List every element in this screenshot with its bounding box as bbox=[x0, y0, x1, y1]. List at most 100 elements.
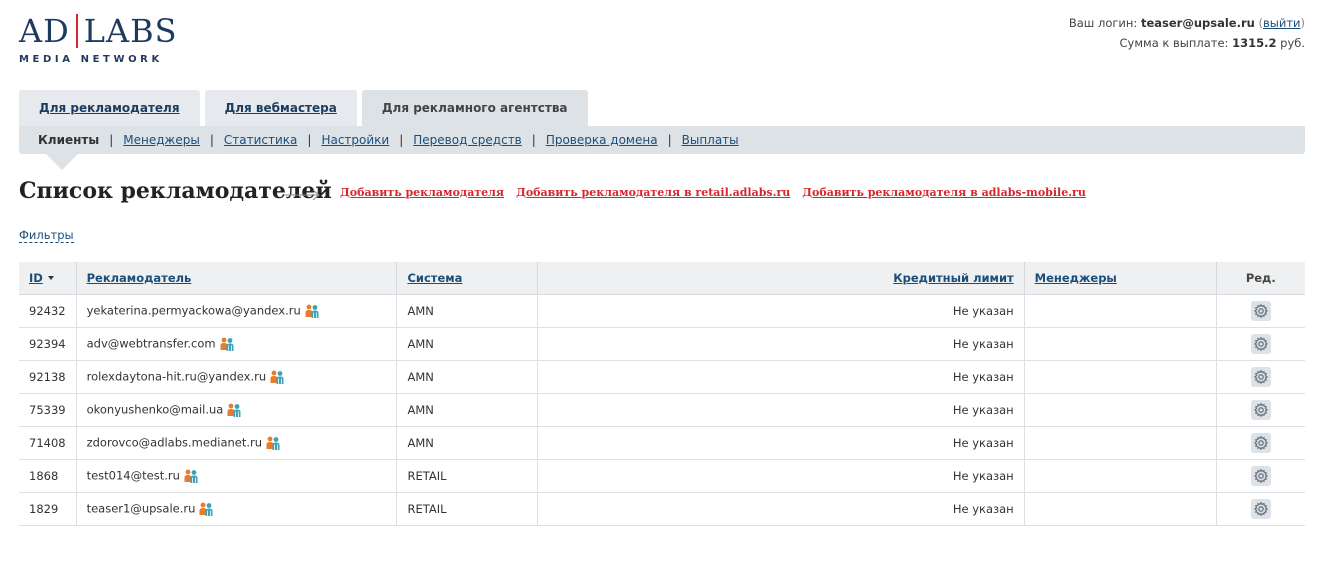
edit-button[interactable] bbox=[1250, 498, 1271, 519]
cell-id: 1868 bbox=[19, 459, 77, 493]
subnav-transfer[interactable]: Перевод средств bbox=[413, 133, 522, 147]
add-advertiser-links: Добавить рекламодателя Добавить рекламод… bbox=[340, 186, 1098, 199]
advertiser-email: teaser1@upsale.ru bbox=[86, 501, 196, 515]
sort-by-advertiser[interactable]: Рекламодатель bbox=[87, 271, 192, 285]
sort-desc-icon bbox=[47, 276, 54, 281]
logo-left: AD bbox=[19, 12, 70, 50]
edit-button[interactable] bbox=[1250, 333, 1271, 354]
cell-managers bbox=[1024, 426, 1217, 460]
cell-advertiser: teaser1@upsale.ru bbox=[76, 492, 398, 526]
users-icon[interactable] bbox=[183, 468, 199, 484]
sort-by-credit-limit[interactable]: Кредитный лимит bbox=[893, 271, 1013, 285]
users-icon[interactable] bbox=[269, 369, 285, 385]
filters-toggle[interactable]: Фильтры bbox=[19, 228, 74, 243]
cell-credit-limit: Не указан bbox=[537, 360, 1025, 394]
cell-edit bbox=[1216, 459, 1305, 493]
edit-button[interactable] bbox=[1250, 465, 1271, 486]
subnav-separator: | bbox=[531, 133, 536, 147]
add-advertiser-retail-link[interactable]: Добавить рекламодателя в retail.adlabs.r… bbox=[516, 186, 790, 199]
sort-by-managers[interactable]: Менеджеры bbox=[1035, 271, 1117, 285]
subnav-settings[interactable]: Настройки bbox=[321, 133, 389, 147]
edit-button[interactable] bbox=[1250, 432, 1271, 453]
users-icon[interactable] bbox=[198, 501, 214, 517]
gear-icon bbox=[1253, 303, 1268, 318]
subnav-separator: | bbox=[667, 133, 672, 147]
advertiser-email: yekaterina.permyackowa@yandex.ru bbox=[86, 303, 301, 317]
logo[interactable]: AD LABS MEDIA NETWORK bbox=[19, 12, 177, 70]
add-advertiser-mobile-link[interactable]: Добавить рекламодателя в adlabs-mobile.r… bbox=[802, 186, 1086, 199]
subnav-statistics[interactable]: Статистика bbox=[224, 133, 298, 147]
logo-wordmark: AD LABS bbox=[19, 12, 177, 50]
cell-credit-limit: Не указан bbox=[537, 294, 1025, 328]
cell-advertiser: zdorovco@adlabs.medianet.ru bbox=[76, 426, 398, 460]
col-edit-header: Ред. bbox=[1216, 262, 1305, 295]
sort-by-system[interactable]: Система bbox=[407, 271, 462, 285]
tab-agency[interactable]: Для рекламного агентства bbox=[361, 90, 588, 126]
users-icon[interactable] bbox=[219, 336, 235, 352]
cell-system: RETAIL bbox=[396, 459, 539, 493]
users-icon[interactable] bbox=[265, 435, 281, 451]
logout-link[interactable]: выйти bbox=[1263, 16, 1301, 30]
add-advertiser-link[interactable]: Добавить рекламодателя bbox=[340, 186, 504, 199]
login-label: Ваш логин: bbox=[1068, 16, 1138, 30]
sub-navigation: Клиенты | Менеджеры | Статистика | Настр… bbox=[19, 126, 1305, 154]
table-row: 1868 test014@test.ru RETAIL Не указан bbox=[19, 459, 1305, 493]
table-row: 75339 okonyushenko@mail.ua AMN Не указан bbox=[19, 393, 1305, 427]
cell-id: 92138 bbox=[19, 360, 77, 394]
cell-managers bbox=[1024, 393, 1217, 427]
gear-icon bbox=[1253, 336, 1268, 351]
col-system-header: Система bbox=[396, 262, 539, 295]
cell-system: AMN bbox=[396, 426, 539, 460]
subnav-separator: | bbox=[307, 133, 312, 147]
cell-id: 92432 bbox=[19, 294, 77, 328]
subnav-payouts[interactable]: Выплаты bbox=[682, 133, 739, 147]
cell-id: 92394 bbox=[19, 327, 77, 361]
cell-system: RETAIL bbox=[396, 492, 539, 526]
cell-system: AMN bbox=[396, 327, 539, 361]
payout-line: Сумма к выплате: 1315.2 руб. bbox=[1069, 33, 1305, 53]
logo-right: LABS bbox=[83, 12, 178, 50]
advertisers-table: ID Рекламодатель Система Кредитный лимит… bbox=[19, 262, 1305, 526]
advertiser-email: adv@webtransfer.com bbox=[86, 336, 216, 350]
cell-managers bbox=[1024, 327, 1217, 361]
table-row: 71408 zdorovco@adlabs.medianet.ru AMN Не… bbox=[19, 426, 1305, 460]
cell-id: 75339 bbox=[19, 393, 77, 427]
edit-button[interactable] bbox=[1250, 399, 1271, 420]
subnav-domain-check[interactable]: Проверка домена bbox=[546, 133, 658, 147]
users-icon[interactable] bbox=[304, 303, 320, 319]
edit-button[interactable] bbox=[1250, 300, 1271, 321]
payout-label: Сумма к выплате: bbox=[1119, 36, 1229, 50]
subnav-clients[interactable]: Клиенты bbox=[38, 133, 99, 147]
sort-by-id[interactable]: ID bbox=[29, 271, 43, 285]
cell-credit-limit: Не указан bbox=[537, 459, 1025, 493]
subnav-managers[interactable]: Менеджеры bbox=[123, 133, 200, 147]
cell-advertiser: adv@webtransfer.com bbox=[76, 327, 398, 361]
cell-managers bbox=[1024, 294, 1217, 328]
cell-credit-limit: Не указан bbox=[537, 327, 1025, 361]
cell-id: 71408 bbox=[19, 426, 77, 460]
table-header-row: ID Рекламодатель Система Кредитный лимит… bbox=[19, 262, 1305, 295]
advertiser-email: rolexdaytona-hit.ru@yandex.ru bbox=[86, 369, 267, 383]
cell-edit bbox=[1216, 393, 1305, 427]
table-row: 92432 yekaterina.permyackowa@yandex.ru A… bbox=[19, 294, 1305, 328]
main-tabs: Для рекламодателя Для вебмастера Для рек… bbox=[19, 90, 593, 126]
col-advertiser-header: Рекламодатель bbox=[76, 262, 398, 295]
cell-system: AMN bbox=[396, 360, 539, 394]
login-value: teaser@upsale.ru bbox=[1140, 16, 1255, 30]
gear-icon bbox=[1253, 369, 1268, 384]
subnav-separator: | bbox=[109, 133, 114, 147]
tab-webmaster[interactable]: Для вебмастера bbox=[204, 90, 357, 126]
gear-icon bbox=[1253, 468, 1268, 483]
edit-button[interactable] bbox=[1250, 366, 1271, 387]
tab-advertiser[interactable]: Для рекламодателя bbox=[19, 90, 200, 126]
payout-amount: 1315.2 bbox=[1232, 36, 1277, 50]
cell-credit-limit: Не указан bbox=[537, 492, 1025, 526]
gear-icon bbox=[1253, 402, 1268, 417]
users-icon[interactable] bbox=[226, 402, 242, 418]
cell-advertiser: rolexdaytona-hit.ru@yandex.ru bbox=[76, 360, 398, 394]
advertiser-email: test014@test.ru bbox=[86, 468, 180, 482]
cell-edit bbox=[1216, 426, 1305, 460]
table-row: 1829 teaser1@upsale.ru RETAIL Не указан bbox=[19, 492, 1305, 526]
cell-managers bbox=[1024, 360, 1217, 394]
login-line: Ваш логин: teaser@upsale.ru (выйти) bbox=[1068, 16, 1305, 30]
